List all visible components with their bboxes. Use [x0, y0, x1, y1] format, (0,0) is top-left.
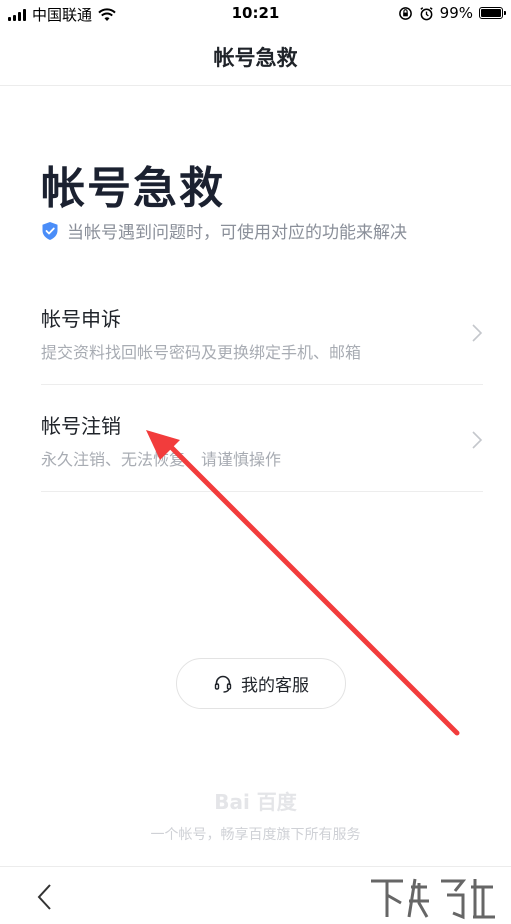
- annotation-arrow: [146, 430, 460, 736]
